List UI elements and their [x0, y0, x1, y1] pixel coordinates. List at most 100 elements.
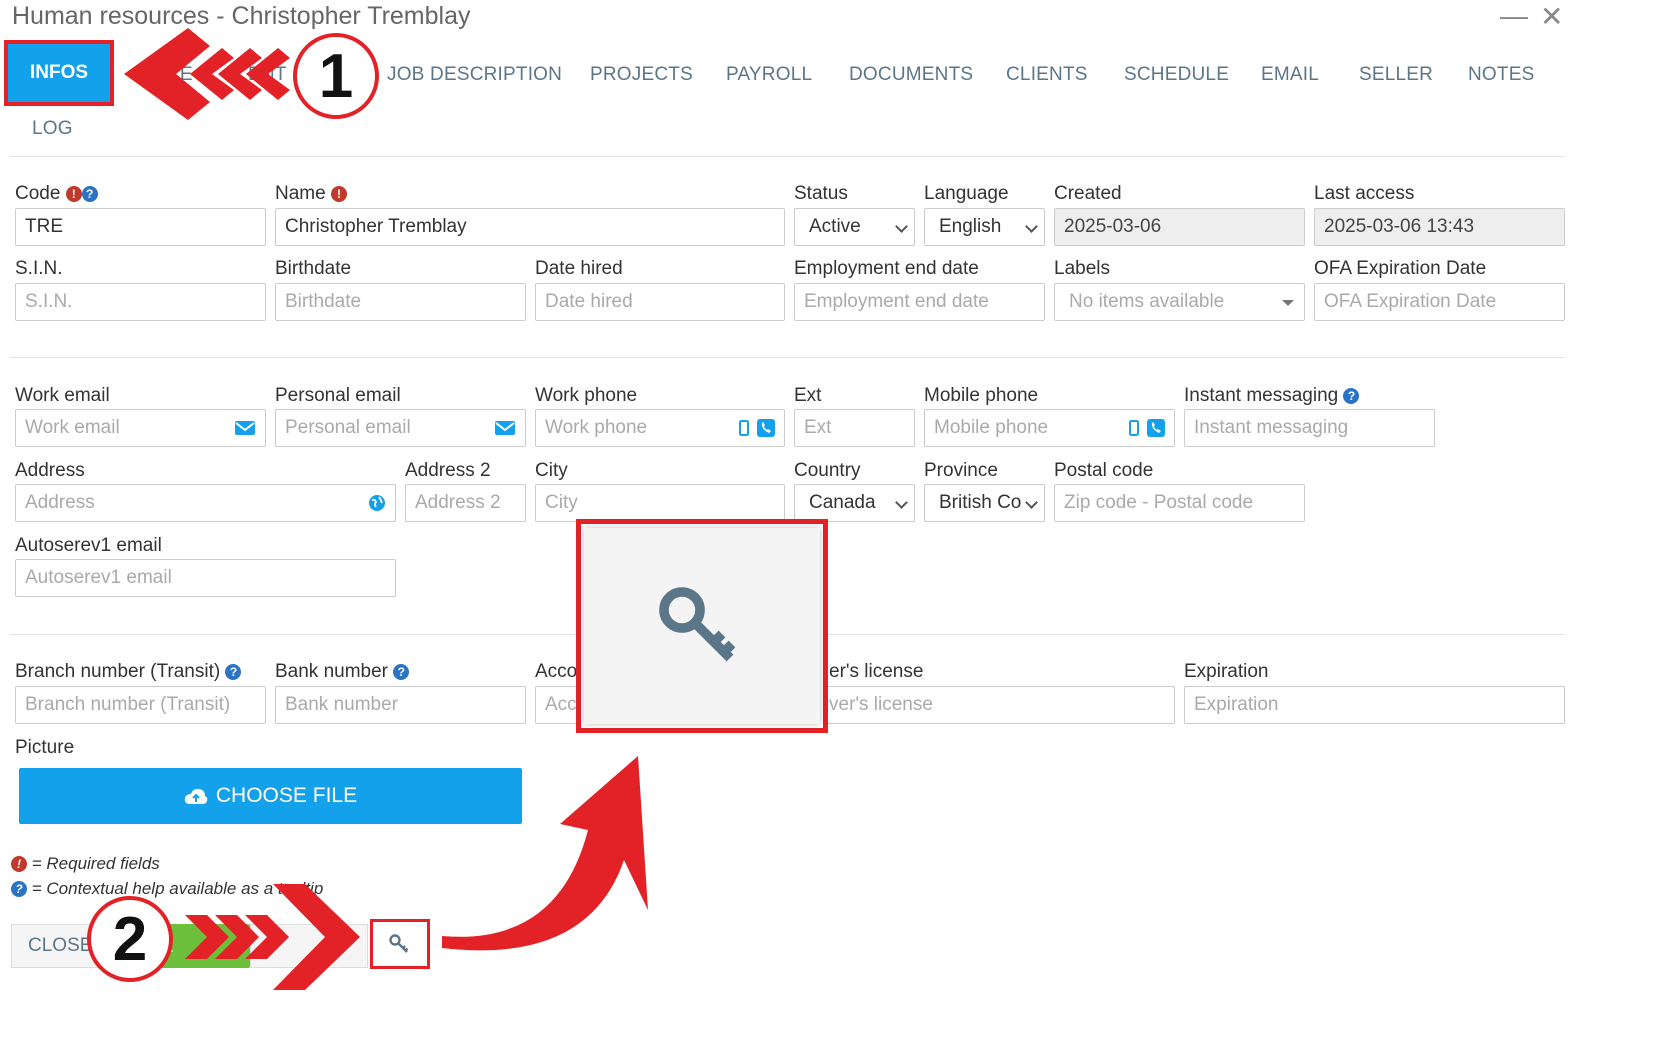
end-date-label: Employment end date: [794, 258, 979, 279]
tab-payroll[interactable]: PAYROLL: [726, 64, 812, 86]
name-label: Name !: [275, 183, 347, 205]
tab-notes[interactable]: NOTES: [1468, 64, 1534, 86]
im-label: Instant messaging ?: [1184, 385, 1360, 407]
address2-label: Address 2: [405, 460, 491, 481]
status-label: Status: [794, 183, 848, 204]
branch-input[interactable]: Branch number (Transit): [15, 686, 266, 724]
expiration-label: Expiration: [1184, 661, 1269, 682]
help-icon[interactable]: ?: [225, 664, 242, 680]
labels-label: Labels: [1054, 258, 1110, 279]
code-input[interactable]: TRE: [15, 208, 266, 246]
country-select[interactable]: Canada: [794, 484, 915, 522]
required-icon: !: [11, 856, 27, 872]
end-date-input[interactable]: Employment end date: [794, 283, 1045, 321]
address-label: Address: [15, 460, 85, 481]
status-select[interactable]: Active: [794, 208, 915, 246]
close-icon[interactable]: ✕: [1540, 0, 1563, 33]
language-label: Language: [924, 183, 1009, 204]
tab-email[interactable]: EMAIL: [1261, 64, 1319, 86]
caret-down-icon: [1282, 300, 1294, 306]
branch-label: Branch number (Transit) ?: [15, 661, 242, 683]
province-select[interactable]: British Co: [924, 484, 1045, 522]
annotation-arrow-2: [185, 884, 360, 990]
city-label: City: [535, 460, 568, 481]
license-label: er's license: [829, 661, 924, 682]
chevron-down-icon: [895, 496, 908, 509]
help-icon: ?: [11, 881, 27, 897]
name-input[interactable]: Christopher Tremblay: [275, 208, 785, 246]
key-icon: [389, 934, 409, 953]
required-icon: !: [330, 186, 347, 202]
expiration-input[interactable]: Expiration: [1184, 686, 1565, 724]
chevron-down-icon: [895, 220, 908, 233]
date-hired-input[interactable]: Date hired: [535, 283, 785, 321]
tab-infos[interactable]: INFOS: [4, 40, 114, 106]
envelope-icon[interactable]: [494, 419, 516, 437]
tab-schedule[interactable]: SCHEDULE: [1124, 64, 1229, 86]
envelope-icon[interactable]: [234, 419, 256, 437]
mobile-icon[interactable]: [738, 419, 750, 437]
callout-number-1: 1: [293, 33, 379, 119]
postal-input[interactable]: Zip code - Postal code: [1054, 484, 1305, 522]
ofa-label: OFA Expiration Date: [1314, 258, 1487, 279]
autoserev-input[interactable]: Autoserev1 email: [15, 559, 396, 597]
globe-icon[interactable]: [368, 494, 386, 512]
tab-job-description[interactable]: JOB DESCRIPTION: [387, 64, 562, 86]
required-icon: !: [65, 186, 82, 202]
personal-email-label: Personal email: [275, 385, 401, 406]
work-phone-input[interactable]: Work phone: [535, 409, 785, 447]
picture-label: Picture: [15, 737, 75, 758]
ofa-input[interactable]: OFA Expiration Date: [1314, 283, 1565, 321]
divider: [10, 357, 1565, 358]
personal-email-input[interactable]: Personal email: [275, 409, 526, 447]
address-input[interactable]: Address: [15, 484, 396, 522]
help-icon[interactable]: ?: [393, 664, 410, 680]
mobile-icon[interactable]: [1128, 419, 1140, 437]
city-input[interactable]: City: [535, 484, 785, 522]
key-button[interactable]: [370, 919, 430, 969]
work-email-input[interactable]: Work email: [15, 409, 266, 447]
tab-clients[interactable]: CLIENTS: [1006, 64, 1088, 86]
minimize-icon[interactable]: —: [1500, 0, 1528, 32]
created-label: Created: [1054, 183, 1122, 204]
tab-projects[interactable]: PROJECTS: [590, 64, 693, 86]
im-input[interactable]: Instant messaging: [1184, 409, 1435, 447]
cloud-upload-icon: [184, 788, 208, 804]
sin-label: S.I.N.: [15, 258, 63, 279]
code-label: Code !?: [15, 183, 98, 205]
help-icon[interactable]: ?: [81, 186, 98, 202]
chevron-down-icon: [1025, 496, 1038, 509]
key-icon-zoom-callout: [576, 519, 828, 733]
mobile-phone-input[interactable]: Mobile phone: [924, 409, 1175, 447]
phone-icon[interactable]: [757, 419, 775, 437]
license-input[interactable]: ver's license: [800, 686, 1175, 724]
sin-input[interactable]: S.I.N.: [15, 283, 266, 321]
annotation-arrow-1: [124, 28, 290, 120]
birthdate-input[interactable]: Birthdate: [275, 283, 526, 321]
birthdate-label: Birthdate: [275, 258, 352, 279]
last-access-input: 2025-03-06 13:43: [1314, 208, 1565, 246]
work-email-label: Work email: [15, 385, 110, 406]
annotation-curved-arrow: [442, 756, 648, 951]
ext-input[interactable]: Ext: [794, 409, 915, 447]
key-icon: [659, 587, 736, 662]
legend-required: ! = Required fields: [11, 854, 160, 874]
language-select[interactable]: English: [924, 208, 1045, 246]
country-label: Country: [794, 460, 861, 481]
phone-icon[interactable]: [1147, 419, 1165, 437]
address2-input[interactable]: Address 2: [405, 484, 526, 522]
bank-label: Bank number ?: [275, 661, 410, 683]
date-hired-label: Date hired: [535, 258, 623, 279]
tab-log[interactable]: LOG: [32, 118, 73, 140]
account-label: Acco: [535, 661, 578, 682]
work-phone-label: Work phone: [535, 385, 638, 406]
tab-documents[interactable]: DOCUMENTS: [849, 64, 973, 86]
autoserev-label: Autoserev1 email: [15, 535, 162, 556]
tab-seller[interactable]: SELLER: [1359, 64, 1433, 86]
bank-input[interactable]: Bank number: [275, 686, 526, 724]
labels-select[interactable]: No items available: [1054, 283, 1305, 321]
divider: [10, 156, 1565, 157]
province-label: Province: [924, 460, 998, 481]
help-icon[interactable]: ?: [1343, 388, 1360, 404]
postal-label: Postal code: [1054, 460, 1154, 481]
